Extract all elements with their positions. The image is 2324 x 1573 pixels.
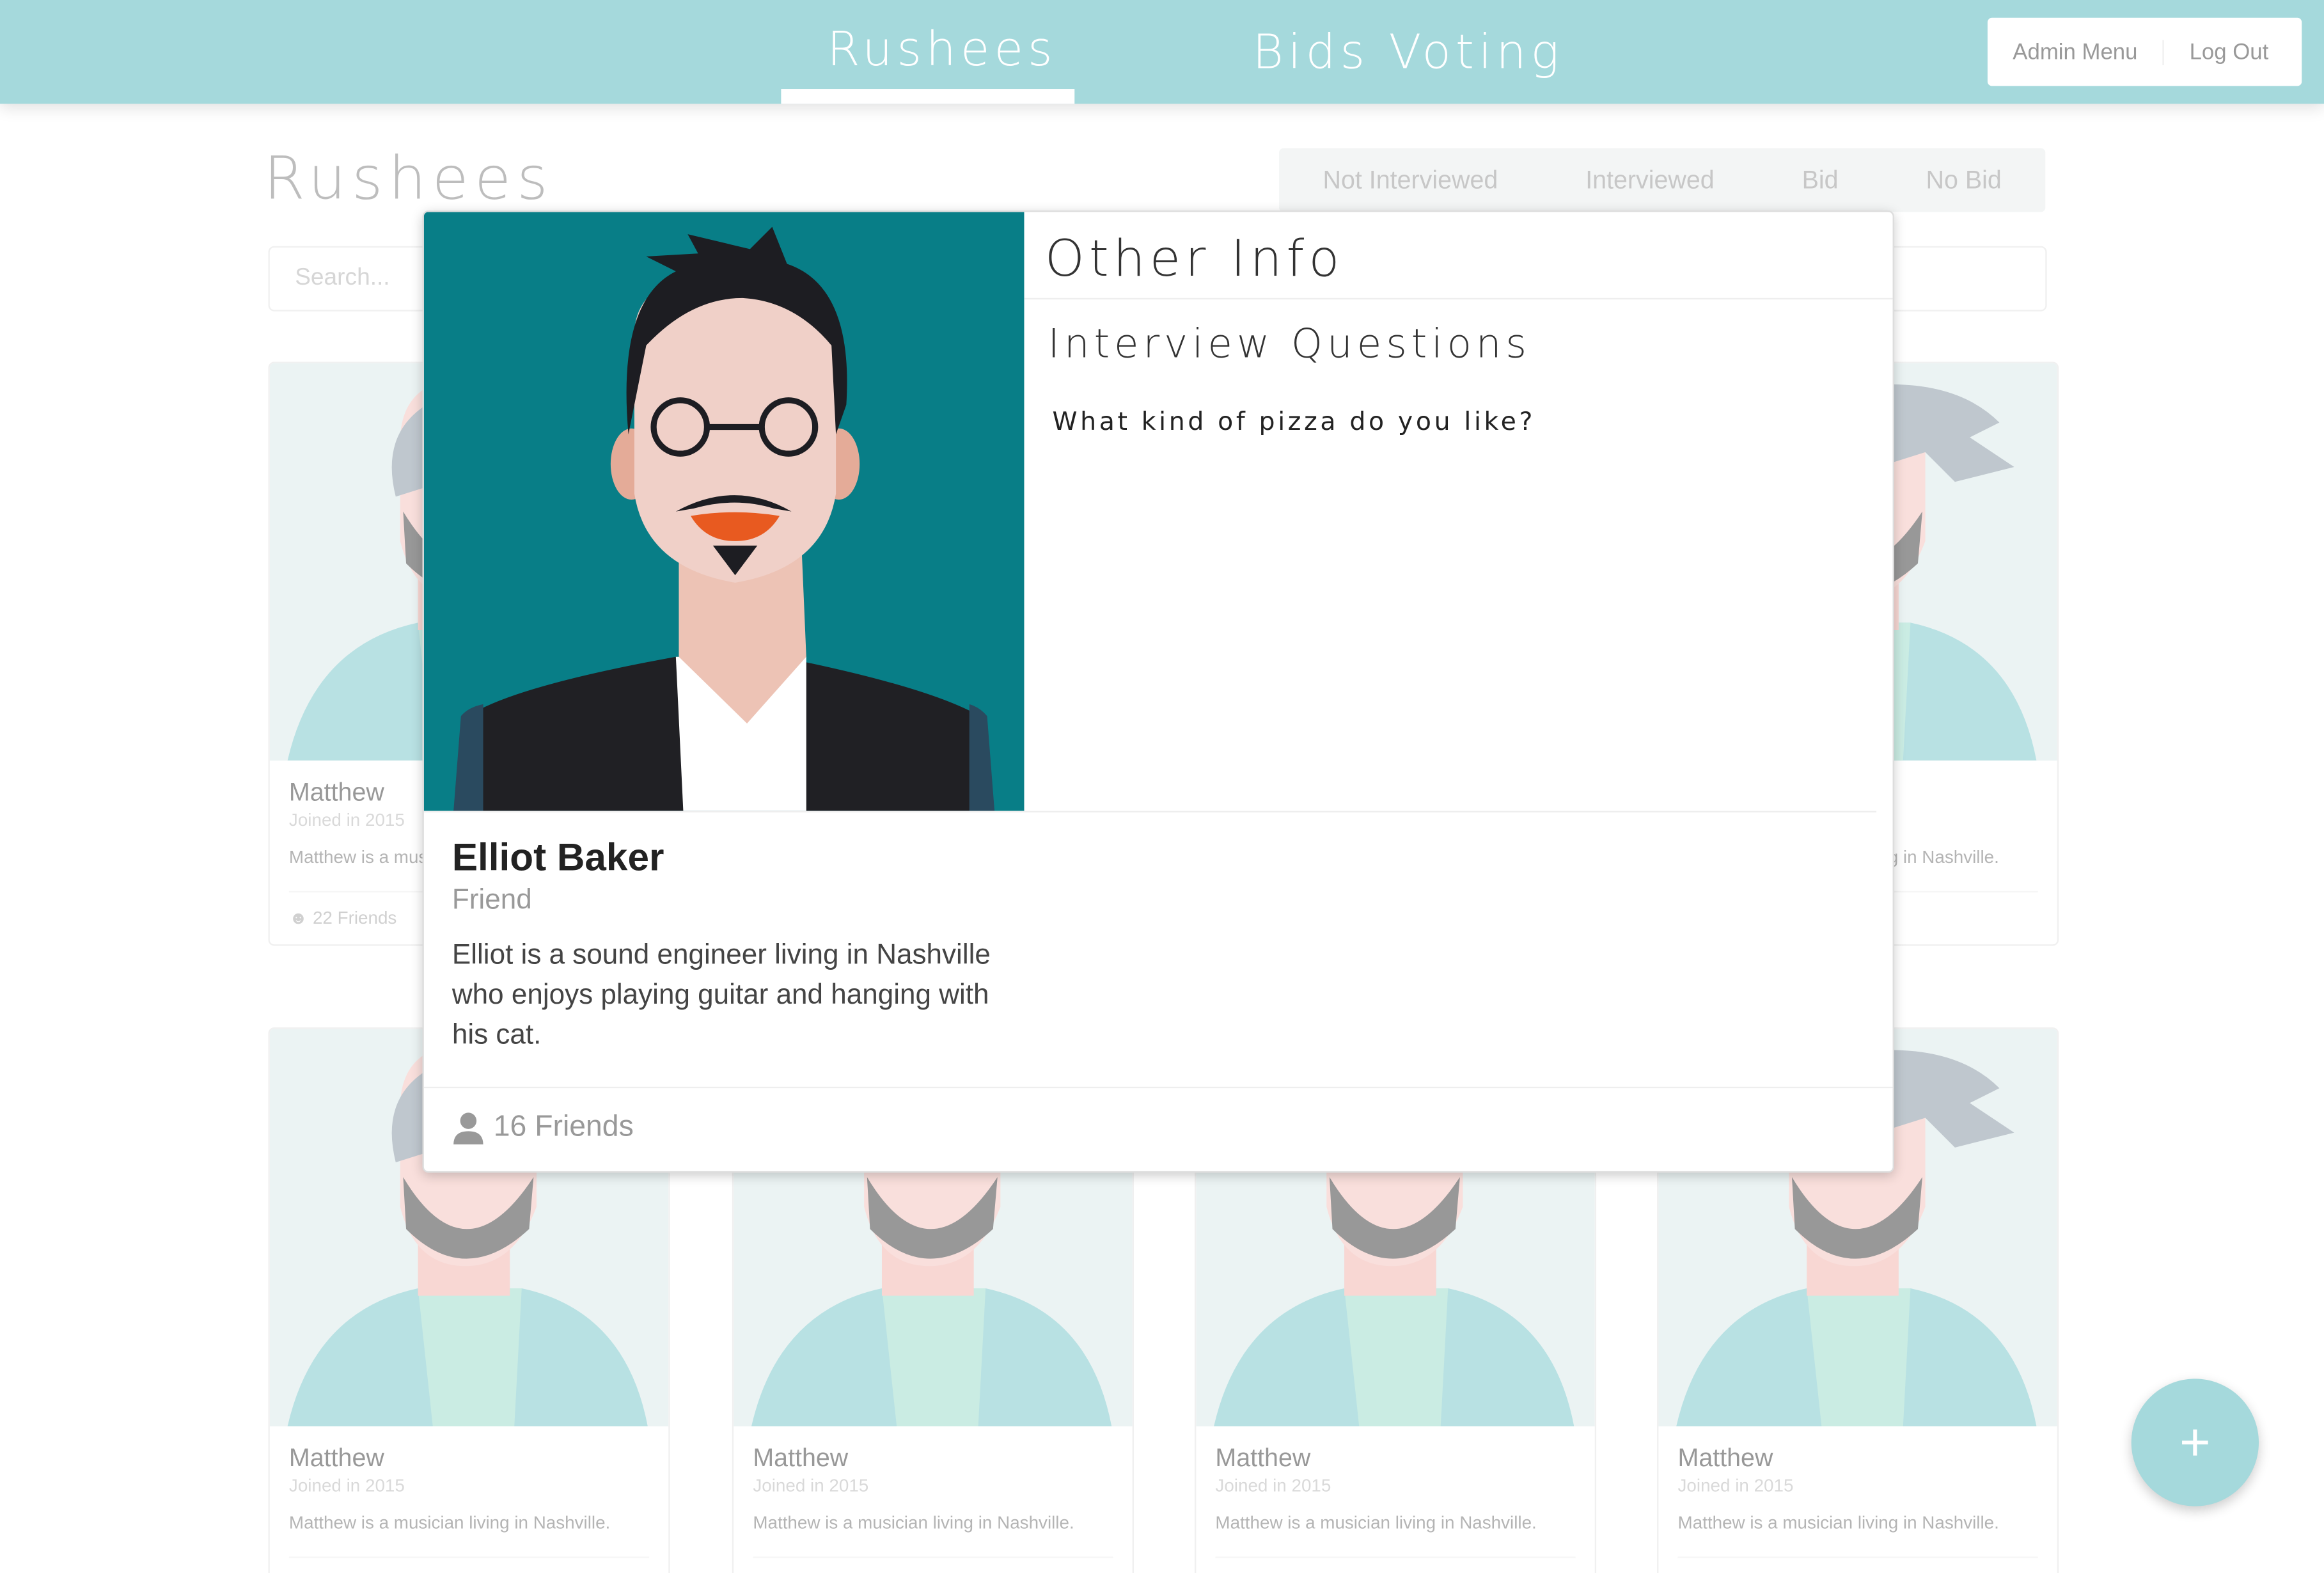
rushee-card-joined: Joined in 2015: [288, 809, 405, 830]
filter-interviewed[interactable]: Interviewed: [1585, 165, 1714, 194]
rushee-portrait: [423, 212, 1025, 811]
rushee-name: Elliot Baker: [451, 834, 664, 880]
active-tab-indicator: [781, 89, 1075, 104]
rushee-card-joined: Joined in 2015: [1677, 1475, 1794, 1496]
rushee-card-friends: ☻ 22 Friends: [753, 1556, 1113, 1572]
divider: [423, 810, 1877, 813]
tab-bids-voting[interactable]: Bids Voting: [1252, 24, 1563, 80]
rushee-description: Elliot is a sound engineer living in Nas…: [451, 940, 991, 1052]
add-rushee-button[interactable]: +: [2131, 1379, 2259, 1506]
friends-label: 22 Friends: [312, 907, 397, 928]
rushee-card-name: Matthew: [1677, 1444, 1773, 1473]
filter-bid[interactable]: Bid: [1802, 165, 1839, 194]
top-navbar: Rushees Bids Voting Admin Menu Log Out: [0, 0, 2324, 104]
rushee-card-description: Matthew is a musician living in Nashvill…: [1677, 1512, 1999, 1533]
rushee-card-friends: ☻ 22 Friends: [1215, 1556, 1576, 1572]
page-title: Rushees: [263, 145, 554, 214]
rushee-card-joined: Joined in 2015: [753, 1475, 869, 1496]
other-info-heading: Other Info: [1044, 230, 1344, 289]
search-input[interactable]: [269, 248, 423, 310]
friends-count-label: 16 Friends: [493, 1110, 634, 1143]
rushee-card-description: Matthew is a musician living in Nashvill…: [288, 1512, 611, 1533]
interview-question: What kind of pizza do you like?: [1052, 407, 1535, 438]
rushee-card-joined: Joined in 2015: [1215, 1475, 1331, 1496]
divider: [423, 1086, 1893, 1089]
rushee-card-friends: ☻ 22 Friends: [288, 1556, 650, 1572]
rushee-relation: Friend: [451, 885, 532, 917]
divider: [1024, 297, 1893, 300]
rushee-card-friends: ☻ 22 Friends: [1677, 1556, 2038, 1572]
filter-no-bid[interactable]: No Bid: [1926, 165, 2002, 194]
log-out-button[interactable]: Log Out: [2162, 39, 2294, 65]
admin-controls: Admin Menu Log Out: [1987, 17, 2302, 86]
user-icon: [453, 1112, 483, 1144]
user-icon: ☻: [288, 907, 313, 928]
admin-menu-button[interactable]: Admin Menu: [1988, 39, 2163, 64]
filter-not-interviewed[interactable]: Not Interviewed: [1323, 165, 1498, 194]
tab-rushees[interactable]: Rushees: [827, 20, 1056, 77]
rushee-card-name: Matthew: [288, 1444, 384, 1473]
rushee-card-name: Matthew: [288, 778, 384, 807]
status-filter-tabs: Not Interviewed Interviewed Bid No Bid: [1279, 148, 2046, 212]
rushee-card-name: Matthew: [753, 1444, 849, 1473]
plus-icon: +: [2179, 1411, 2211, 1473]
rushee-card-description: Matthew is a musician living in Nashvill…: [1215, 1512, 1537, 1533]
rushee-card-description: Matthew is a musician living in Nashvill…: [753, 1512, 1074, 1533]
rushee-card-name: Matthew: [1215, 1444, 1311, 1473]
friends-count: 16 Friends: [452, 1111, 634, 1144]
rushee-card-joined: Joined in 2015: [288, 1475, 405, 1496]
interview-questions-heading: Interview Questions: [1048, 321, 1532, 368]
rushee-detail-modal: Other Info Interview Questions What kind…: [422, 210, 1894, 1173]
man-with-glasses-illustration: [453, 226, 995, 811]
